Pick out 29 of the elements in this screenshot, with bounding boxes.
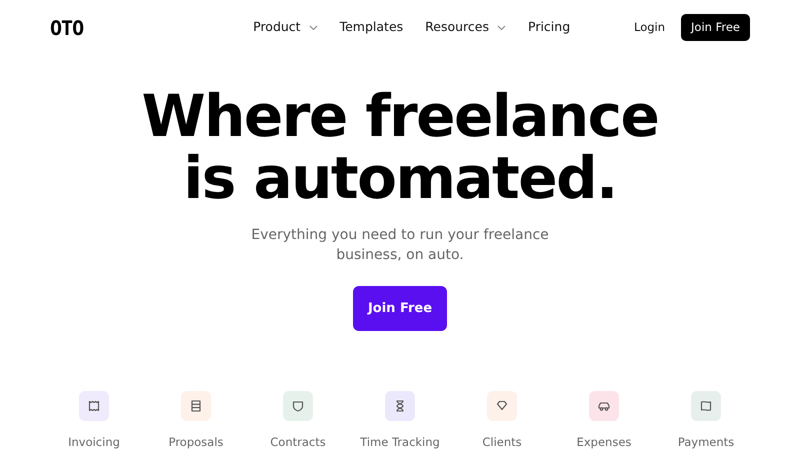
list-icon [189,399,203,413]
nav-link[interactable]: Templates [340,18,404,37]
nav-link[interactable]: Pricing [528,18,570,37]
feature-label: Clients [482,434,522,450]
feature-tile[interactable] [181,391,211,421]
flag-icon [699,399,713,413]
feature-label: Time Tracking [360,434,440,450]
feature-label: Contracts [270,434,326,450]
shield-icon [291,399,305,413]
feature-tile[interactable] [385,391,415,421]
feature-tile[interactable] [79,391,109,421]
join-button[interactable]: Join Free [353,286,447,331]
join-button[interactable]: Join Free [681,14,750,42]
feature-label: Invoicing [68,434,120,450]
feature-label: Payments [678,434,734,450]
feature-tile[interactable] [589,391,619,421]
logo[interactable]: OTO [50,12,84,42]
hero-subtitle: Everything you need to run your freelance business, on auto. [250,226,550,265]
nav-link[interactable]: Product [253,18,318,37]
feature-tile[interactable] [487,391,517,421]
feature-label: Expenses [576,434,632,450]
nav-link[interactable]: Resources [425,18,506,37]
feature-label: Proposals [168,434,224,450]
hero-heading: Where freelance is automated. [140,85,660,209]
feature-tile[interactable] [283,391,313,421]
login-link[interactable]: Login [634,18,666,36]
receipt-icon [87,399,101,413]
diamond-icon [495,399,509,413]
feature-tile[interactable] [691,391,721,421]
